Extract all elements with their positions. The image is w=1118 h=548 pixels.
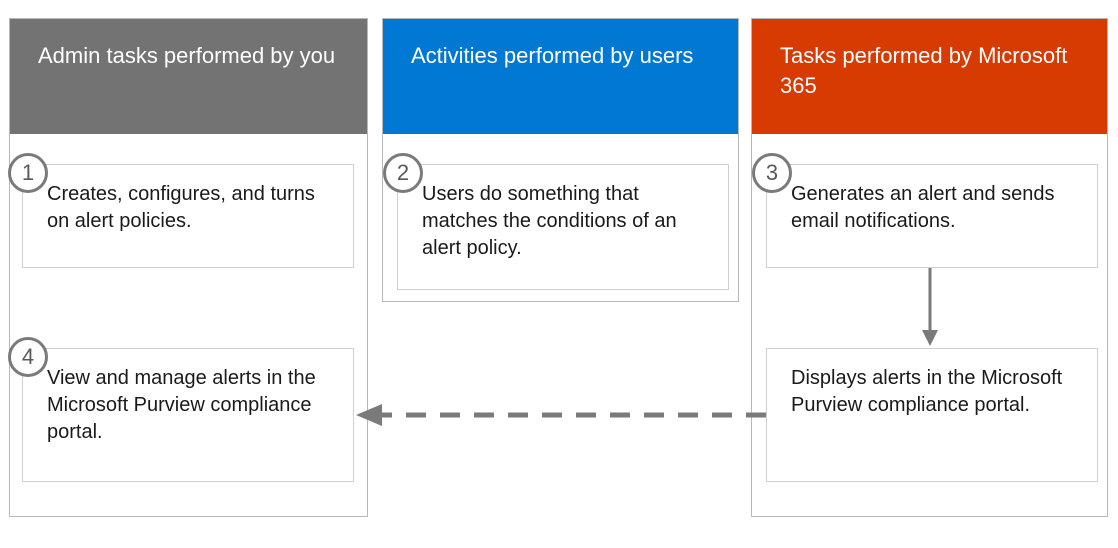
step-box-3: Generates an alert and sends email notif… bbox=[766, 164, 1098, 268]
step-number-label: 2 bbox=[397, 160, 409, 185]
column-title: Tasks performed by Microsoft 365 bbox=[780, 43, 1067, 98]
step-text: Creates, configures, and turns on alert … bbox=[47, 183, 315, 232]
step-box-display-alerts: Displays alerts in the Microsoft Purview… bbox=[766, 348, 1098, 482]
column-header-admin: Admin tasks performed by you bbox=[10, 19, 367, 134]
step-number-4: 4 bbox=[8, 337, 48, 377]
step-text: View and manage alerts in the Microsoft … bbox=[47, 367, 316, 443]
column-title: Activities performed by users bbox=[411, 43, 693, 68]
column-header-users: Activities performed by users bbox=[383, 19, 738, 134]
step-number-2: 2 bbox=[383, 153, 423, 193]
step-text: Users do something that matches the cond… bbox=[422, 183, 677, 259]
step-box-4: View and manage alerts in the Microsoft … bbox=[22, 348, 354, 482]
step-box-1: Creates, configures, and turns on alert … bbox=[22, 164, 354, 268]
step-number-label: 3 bbox=[766, 160, 778, 185]
step-box-2: Users do something that matches the cond… bbox=[397, 164, 729, 290]
step-number-label: 4 bbox=[22, 344, 34, 369]
arrow-left-dashed-icon bbox=[354, 397, 766, 433]
step-text: Generates an alert and sends email notif… bbox=[791, 183, 1055, 232]
column-header-m365: Tasks performed by Microsoft 365 bbox=[752, 19, 1107, 134]
step-number-label: 1 bbox=[22, 160, 34, 185]
step-number-1: 1 bbox=[8, 153, 48, 193]
column-title: Admin tasks performed by you bbox=[38, 43, 335, 68]
step-number-3: 3 bbox=[752, 153, 792, 193]
step-text: Displays alerts in the Microsoft Purview… bbox=[791, 367, 1062, 416]
